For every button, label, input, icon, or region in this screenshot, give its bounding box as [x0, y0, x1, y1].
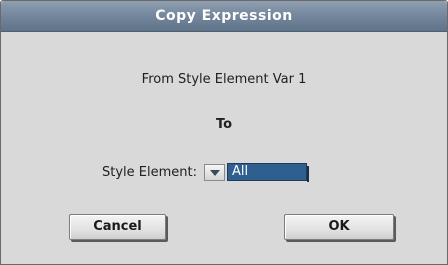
ok-button[interactable]: OK: [284, 214, 394, 240]
to-text: To: [215, 117, 233, 132]
copy-expression-dialog: Copy Expression From Style Element Var 1…: [0, 0, 448, 265]
style-element-row: Style Element: All: [102, 161, 309, 183]
style-element-value[interactable]: All: [227, 163, 309, 182]
style-element-dropdown[interactable]: All: [204, 163, 309, 182]
chevron-down-icon[interactable]: [204, 163, 225, 181]
from-text: From Style Element Var 1: [141, 72, 307, 87]
cancel-button[interactable]: Cancel: [69, 214, 166, 240]
dialog-title: Copy Expression: [1, 1, 447, 32]
style-element-label: Style Element:: [102, 164, 197, 180]
